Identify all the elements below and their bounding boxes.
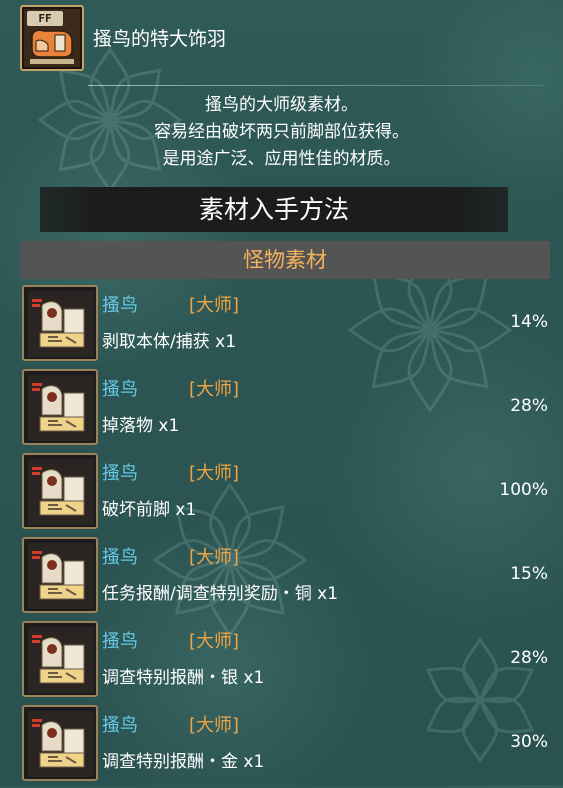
acquisition-method: 掉落物 x1: [102, 416, 180, 436]
header-divider: [88, 85, 543, 86]
rank-label: [大师]: [189, 631, 240, 652]
acquisition-list: 搔鸟 [大师] 剥取本体/捕获 x1 14% 搔鸟 [大师] 掉落物 x1 28…: [0, 284, 563, 788]
drop-rate: 28%: [510, 648, 548, 668]
acquisition-method: 调查特别报酬・金 x1: [102, 752, 265, 772]
category-header[interactable]: 怪物素材: [20, 241, 550, 279]
rank-label: [大师]: [189, 463, 240, 484]
list-item[interactable]: 搔鸟 [大师] 调查特别报酬・银 x1 28%: [0, 620, 563, 704]
rank-label: [大师]: [189, 379, 240, 400]
category-label: 怪物素材: [243, 248, 327, 272]
list-item[interactable]: 搔鸟 [大师] 掉落物 x1 28%: [0, 368, 563, 452]
rank-label: [大师]: [189, 715, 240, 736]
rank-label: [大师]: [189, 547, 240, 568]
section-title: 素材入手方法: [198, 195, 349, 224]
section-title-bar: 素材入手方法: [40, 187, 508, 232]
description-line: 是用途广泛、应用性佳的材质。: [162, 149, 401, 169]
material-claw-icon: FF: [20, 5, 84, 71]
drop-rate: 100%: [499, 480, 548, 500]
kulu-ya-ku-icon: [22, 369, 98, 445]
acquisition-method: 调查特别报酬・银 x1: [102, 668, 265, 688]
monster-name: 搔鸟: [102, 463, 138, 484]
list-item[interactable]: 搔鸟 [大师] 破坏前脚 x1 100%: [0, 452, 563, 536]
drop-rate: 14%: [510, 312, 548, 332]
monster-name: 搔鸟: [102, 631, 138, 652]
monster-name: 搔鸟: [102, 547, 138, 568]
list-item[interactable]: 搔鸟 [大师] 任务报酬/调查特别奖励・铜 x1 15%: [0, 536, 563, 620]
item-name: 搔鸟的特大饰羽: [93, 28, 227, 50]
kulu-ya-ku-icon: [22, 705, 98, 781]
monster-name: 搔鸟: [102, 379, 138, 400]
description-line: 容易经由破坏两只前脚部位获得。: [154, 122, 409, 142]
drop-rate: 30%: [510, 732, 548, 752]
rank-label: [大师]: [189, 295, 240, 316]
monster-name: 搔鸟: [102, 295, 138, 316]
claw-shape: [30, 29, 74, 64]
acquisition-method: 任务报酬/调查特别奖励・铜 x1: [102, 584, 339, 604]
kulu-ya-ku-icon: [22, 285, 98, 361]
item-description: 搔鸟的大师级素材。 容易经由破坏两只前脚部位获得。 是用途广泛、应用性佳的材质。: [0, 92, 563, 173]
acquisition-method: 剥取本体/捕获 x1: [102, 332, 237, 352]
description-line: 搔鸟的大师级素材。: [205, 95, 358, 115]
monster-name: 搔鸟: [102, 715, 138, 736]
item-header: FF 搔鸟的特大饰羽: [0, 0, 563, 84]
drop-rate: 15%: [510, 564, 548, 584]
list-item[interactable]: 搔鸟 [大师] 剥取本体/捕获 x1 14%: [0, 284, 563, 368]
drop-rate: 28%: [510, 396, 548, 416]
kulu-ya-ku-icon: [22, 537, 98, 613]
kulu-ya-ku-icon: [22, 621, 98, 697]
acquisition-method: 破坏前脚 x1: [102, 500, 197, 520]
kulu-ya-ku-icon: [22, 453, 98, 529]
list-item[interactable]: 搔鸟 [大师] 调查特别报酬・金 x1 30%: [0, 704, 563, 788]
